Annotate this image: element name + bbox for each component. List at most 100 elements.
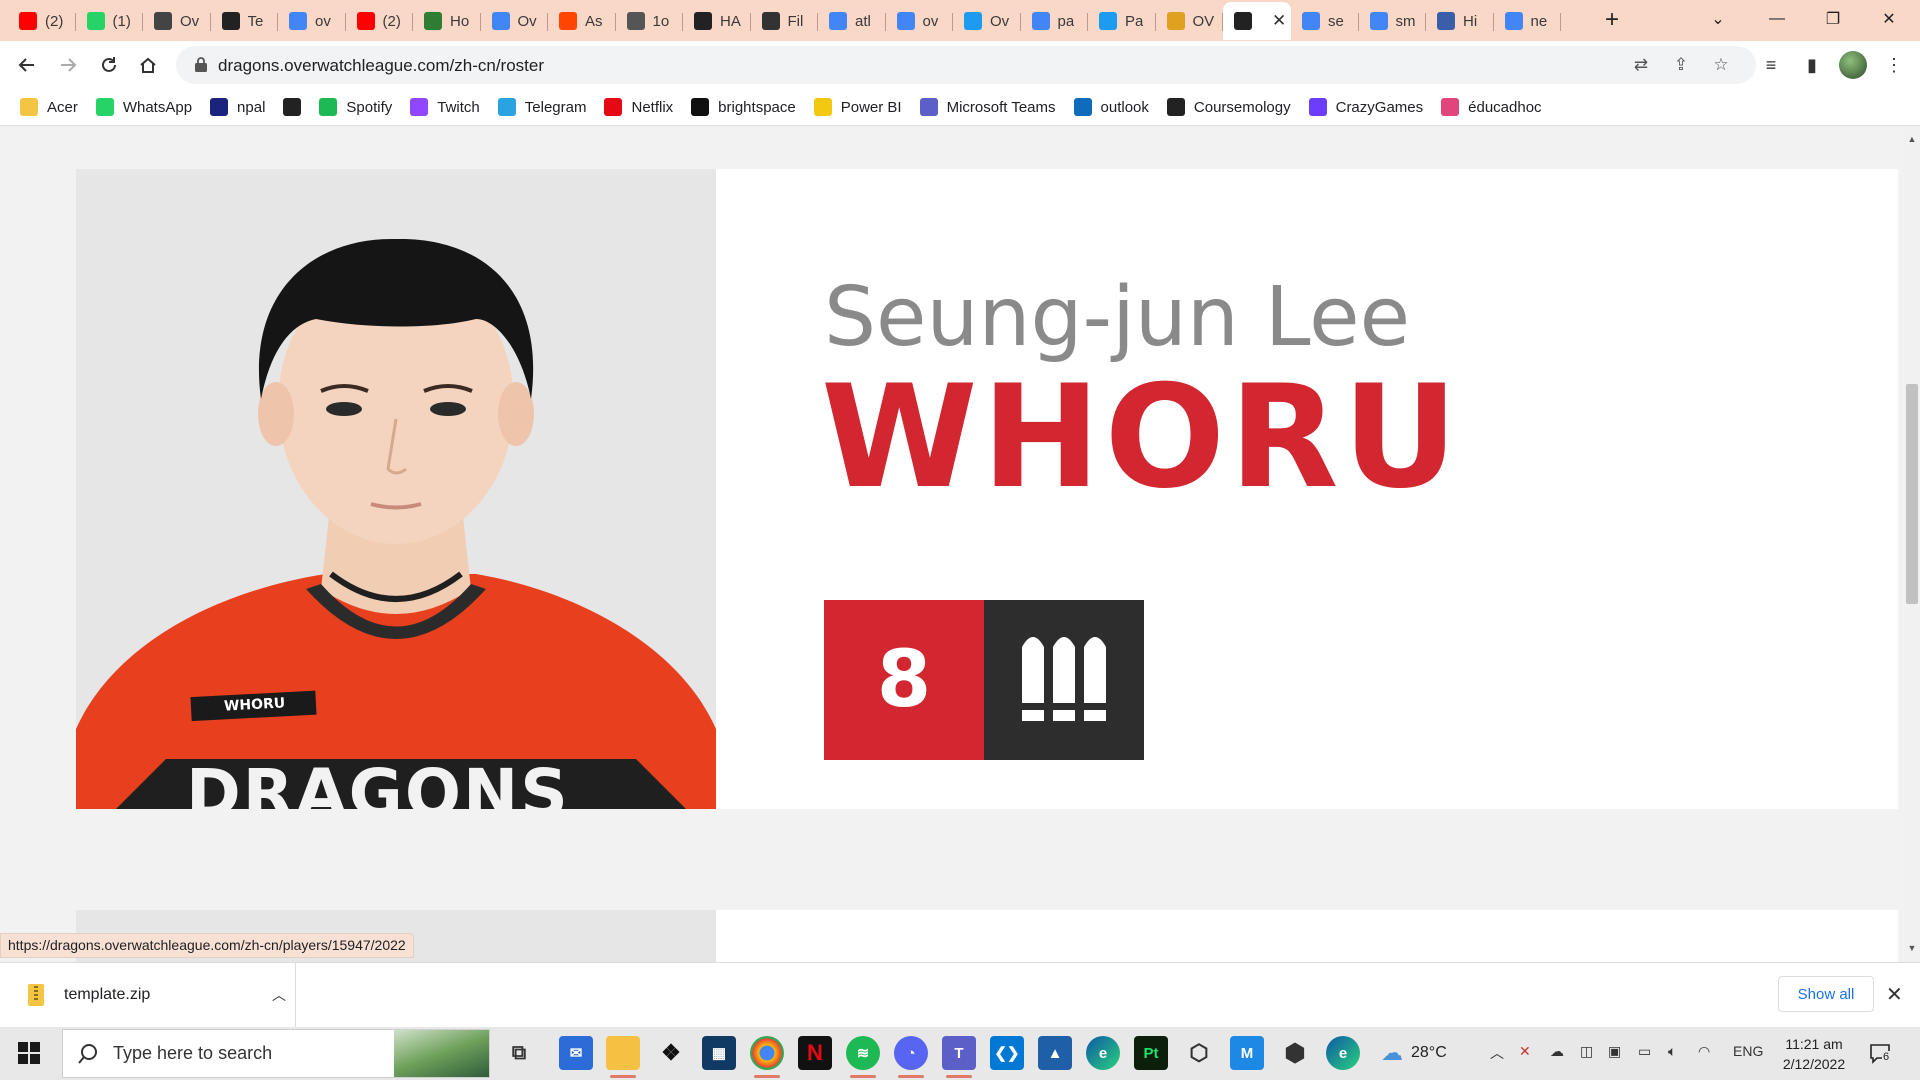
browser-tab[interactable]: se xyxy=(1291,2,1359,40)
windows-start-icon[interactable] xyxy=(18,1042,40,1064)
menu-icon[interactable]: ⋮ xyxy=(1882,53,1906,77)
pycharm-icon[interactable]: Pt xyxy=(1134,1036,1168,1070)
browser-tab[interactable]: As xyxy=(548,2,616,40)
bookmark-item[interactable]: Power BI xyxy=(813,93,902,121)
side-panel-icon[interactable]: ▮ xyxy=(1800,53,1824,77)
bookmark-item[interactable]: Microsoft Teams xyxy=(919,93,1056,121)
bookmark-item[interactable]: CrazyGames xyxy=(1308,93,1423,121)
bookmark-item[interactable]: Acer xyxy=(20,93,78,121)
browser-tab[interactable]: ov xyxy=(278,2,346,40)
lock-icon[interactable] xyxy=(194,56,208,72)
chevron-up-icon[interactable]: ︿ xyxy=(272,985,286,1005)
new-tab-button[interactable]: + xyxy=(1598,6,1626,34)
system-clock[interactable]: 11:21 am 2/12/2022 xyxy=(1774,1034,1854,1074)
browser-tab[interactable]: Ho xyxy=(413,2,481,40)
browser-tab[interactable]: (2) xyxy=(8,2,76,40)
browser-tab[interactable]: ne xyxy=(1494,2,1562,40)
show-all-button[interactable]: Show all xyxy=(1778,976,1874,1012)
close-icon[interactable]: ✕ xyxy=(1886,982,1903,1007)
bookmark-item[interactable]: WhatsApp xyxy=(95,93,192,121)
profile-avatar[interactable] xyxy=(1839,51,1867,79)
browser-tab[interactable]: (1) xyxy=(76,2,144,40)
browser-tab[interactable]: Ov xyxy=(481,2,549,40)
browser-tab[interactable]: Ov xyxy=(953,2,1021,40)
bookmark-item[interactable]: Spotify xyxy=(319,93,392,121)
bookmark-item[interactable]: outlook xyxy=(1073,93,1149,121)
photos-icon[interactable]: ▲ xyxy=(1038,1036,1072,1070)
task-view-icon[interactable]: ⧉ xyxy=(502,1036,536,1070)
volume-icon[interactable]: 🔈︎ xyxy=(1668,1043,1676,1060)
mail-icon[interactable]: ✉ xyxy=(559,1036,593,1070)
download-item[interactable]: template.zip ︿ xyxy=(22,973,294,1017)
browser-tab[interactable]: atl xyxy=(818,2,886,40)
translate-icon[interactable]: ⇄ xyxy=(1629,53,1653,77)
bookmark-star-icon[interactable]: ☆ xyxy=(1709,53,1733,77)
meet-now-icon[interactable]: ◫ xyxy=(1580,1043,1593,1060)
unity-icon[interactable]: ⬡ xyxy=(1182,1036,1216,1070)
browser-tab[interactable]: OV xyxy=(1156,2,1224,40)
media-control-icon[interactable]: ≡ xyxy=(1759,53,1783,77)
back-icon[interactable] xyxy=(12,50,42,80)
display-icon[interactable]: ▣ xyxy=(1608,1043,1621,1060)
google-icon xyxy=(289,12,307,30)
battery-icon[interactable]: ▭ xyxy=(1638,1043,1651,1060)
wifi-icon[interactable]: ◠ xyxy=(1698,1043,1710,1060)
teams-taskbar-icon[interactable]: T xyxy=(942,1036,976,1078)
network-warning-icon[interactable]: ✕ xyxy=(1519,1043,1531,1060)
browser-tab[interactable]: sm xyxy=(1359,2,1427,40)
unity-hub-icon[interactable]: ⬢ xyxy=(1278,1036,1312,1070)
weather-widget[interactable]: ☁ 28°C xyxy=(1381,1040,1447,1066)
edge-beta-icon[interactable]: e xyxy=(1326,1036,1360,1070)
home-icon[interactable] xyxy=(133,50,163,80)
forward-icon[interactable] xyxy=(53,50,83,80)
bookmark-item[interactable] xyxy=(283,93,302,121)
chrome-icon[interactable] xyxy=(750,1036,784,1078)
netflix-taskbar-icon[interactable]: N xyxy=(798,1036,832,1070)
address-bar[interactable]: dragons.overwatchleague.com/zh-cn/roster… xyxy=(176,46,1756,84)
google-icon xyxy=(896,12,915,30)
browser-tab[interactable]: HA xyxy=(683,2,751,40)
bookmark-item[interactable]: brightspace xyxy=(691,93,796,121)
close-tab-icon[interactable]: ✕ xyxy=(1272,11,1286,31)
taskbar-search-box[interactable]: Type here to search xyxy=(62,1029,490,1078)
bookmark-item[interactable]: éducadhoc xyxy=(1441,93,1542,121)
browser-tab[interactable]: Hi xyxy=(1426,2,1494,40)
browser-tab[interactable]: ov xyxy=(886,2,954,40)
scroll-down-icon[interactable]: ▼ xyxy=(1906,942,1918,954)
reload-icon[interactable] xyxy=(94,50,124,80)
dropbox-icon[interactable]: ❖ xyxy=(654,1036,688,1070)
show-hidden-icons-icon[interactable]: ︿ xyxy=(1490,1043,1504,1063)
scroll-up-icon[interactable]: ▲ xyxy=(1906,133,1918,145)
scrollbar-thumb[interactable] xyxy=(1906,384,1918,604)
browser-tab[interactable]: Ov xyxy=(143,2,211,40)
browser-tab[interactable]: (2) xyxy=(346,2,414,40)
browser-tab[interactable]: 1o xyxy=(616,2,684,40)
minimize-icon[interactable]: — xyxy=(1754,0,1800,38)
store-icon[interactable]: ▦ xyxy=(702,1036,736,1070)
file-explorer-icon[interactable] xyxy=(606,1036,640,1078)
edge-icon[interactable]: e xyxy=(1086,1036,1120,1070)
browser-tab[interactable]: Te xyxy=(211,2,279,40)
bookmark-item[interactable]: Telegram xyxy=(497,93,586,121)
restore-icon[interactable]: ❐ xyxy=(1810,0,1856,38)
bookmark-item[interactable]: npal xyxy=(210,93,265,121)
browser-tab[interactable]: ✕ xyxy=(1223,2,1291,40)
language-indicator[interactable]: ENG xyxy=(1733,1043,1763,1059)
maya-icon[interactable]: M xyxy=(1230,1036,1264,1070)
bookmark-item[interactable]: Coursemology xyxy=(1166,93,1291,121)
tab-search-icon[interactable]: ⌄ xyxy=(1695,0,1741,38)
share-icon[interactable]: ⇪ xyxy=(1669,53,1693,77)
player-card[interactable]: WHORU DRAGONS Seung-jun Lee WHORU 8 xyxy=(76,169,1898,809)
onedrive-icon[interactable]: ☁ xyxy=(1550,1043,1564,1060)
player-handle: WHORU xyxy=(821,355,1462,520)
browser-tab[interactable]: Fil xyxy=(751,2,819,40)
spotify-taskbar-icon[interactable]: ≋ xyxy=(846,1036,880,1078)
discord-icon[interactable]: ◔ xyxy=(894,1036,928,1078)
close-window-icon[interactable]: ✕ xyxy=(1866,0,1912,38)
notification-center-icon[interactable]: 6 xyxy=(1868,1041,1892,1065)
bookmark-item[interactable]: Twitch xyxy=(410,93,480,121)
browser-tab[interactable]: pa xyxy=(1021,2,1089,40)
bookmark-item[interactable]: Netflix xyxy=(604,93,673,121)
vscode-icon[interactable]: ❮❯ xyxy=(990,1036,1024,1070)
browser-tab[interactable]: Pa xyxy=(1088,2,1156,40)
